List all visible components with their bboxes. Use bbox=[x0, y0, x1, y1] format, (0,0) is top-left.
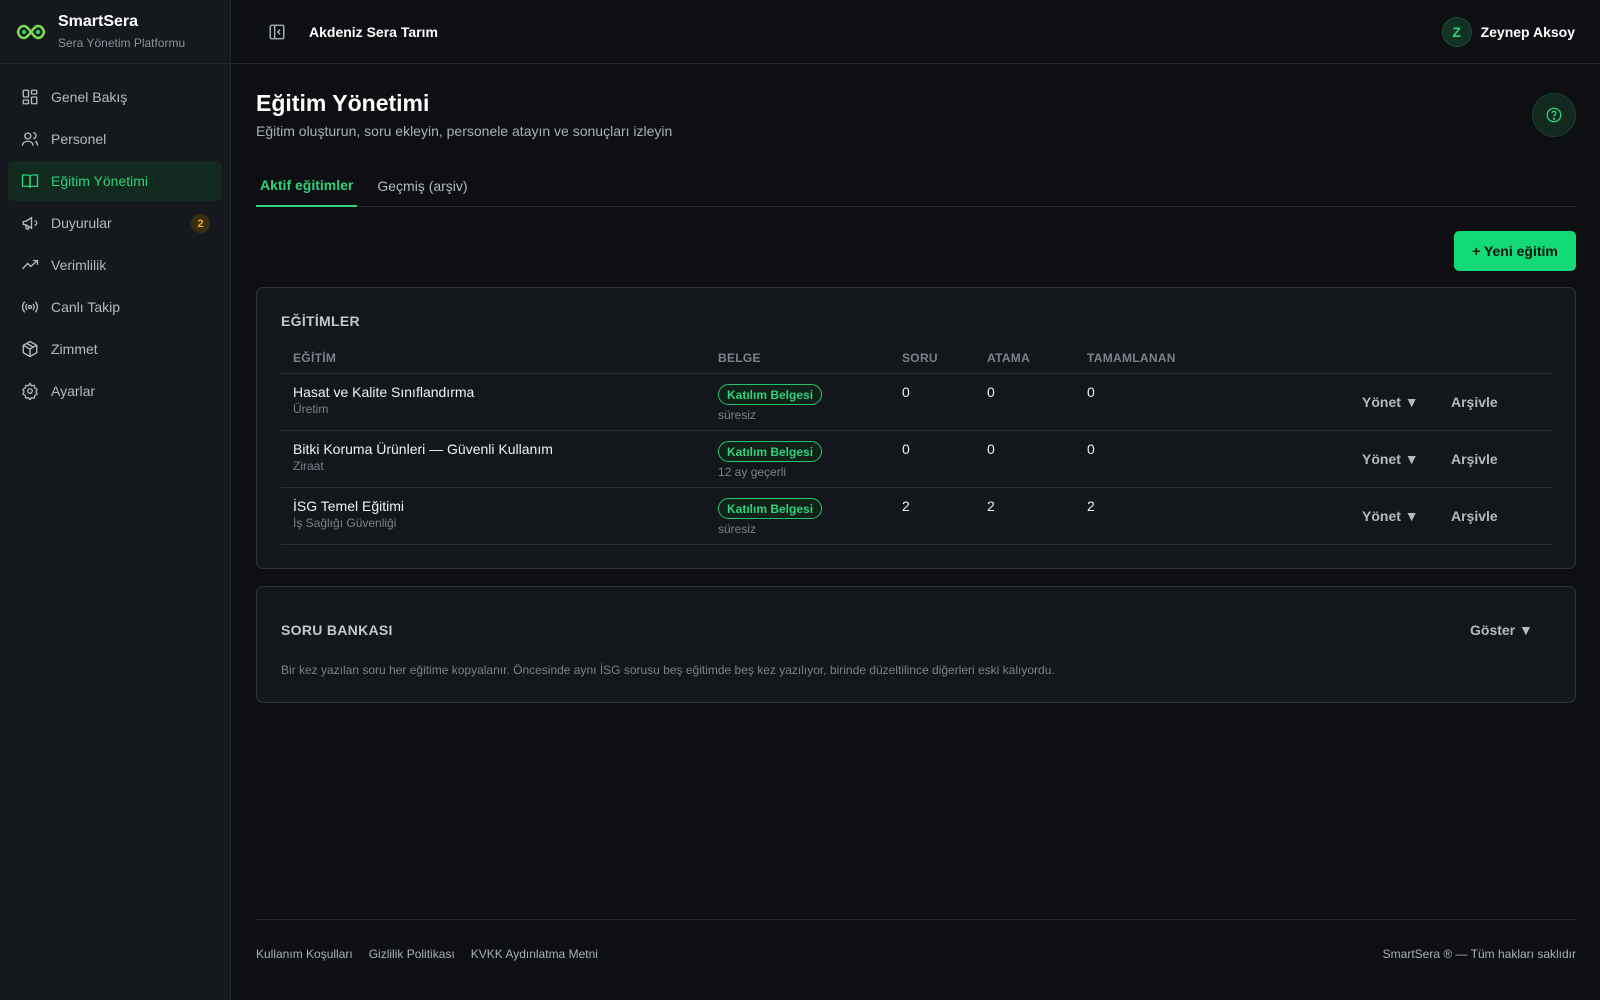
certificate-badge: Katılım Belgesi bbox=[718, 498, 823, 519]
training-category: Ziraat bbox=[293, 459, 324, 473]
help-button[interactable] bbox=[1532, 93, 1576, 137]
completed-count: 2 bbox=[1087, 498, 1095, 514]
completed-count: 0 bbox=[1087, 441, 1095, 457]
panel-collapse-icon bbox=[269, 24, 285, 39]
sidebar-item-label: Duyurular bbox=[51, 215, 112, 231]
column-header-soru: SORU bbox=[902, 351, 938, 365]
company-name: Akdeniz Sera Tarım bbox=[309, 23, 438, 40]
brand-subtitle: Sera Yönetim Platformu bbox=[58, 36, 186, 50]
topbar: Akdeniz Sera Tarım Z Zeynep Aksoy bbox=[231, 0, 1600, 64]
archive-button[interactable]: Arşivle bbox=[1451, 394, 1498, 410]
sidebar-item-label: Verimlilik bbox=[51, 257, 107, 273]
tab-gecmis-arsiv[interactable]: Geçmiş (arşiv) bbox=[373, 164, 471, 207]
table-row: Bitki Koruma Ürünleri — Güvenli Kullanım… bbox=[281, 431, 1552, 488]
avatar: Z bbox=[1441, 16, 1472, 47]
question-bank-card: SORU BANKASI Göster ▼ Bir kez yazılan so… bbox=[256, 586, 1576, 703]
training-category: İş Sağlığı Güvenliği bbox=[293, 516, 397, 530]
assignment-count: 0 bbox=[987, 441, 995, 457]
column-header-atama: ATAMA bbox=[987, 351, 1031, 365]
copyright: SmartSera ® — Tüm hakları saklıdır bbox=[1382, 947, 1576, 961]
sidebar-item-personel[interactable]: Personel bbox=[8, 119, 222, 159]
completed-count: 0 bbox=[1087, 384, 1095, 400]
megaphone-icon bbox=[22, 216, 38, 230]
notification-badge: 2 bbox=[191, 214, 210, 233]
broadcast-icon bbox=[21, 301, 39, 313]
tab-aktif-egitimler[interactable]: Aktif eğitimler bbox=[256, 164, 358, 207]
certificate-badge: Katılım Belgesi bbox=[718, 384, 823, 405]
footer-links: Kullanım Koşulları Gizlilik Politikası K… bbox=[256, 947, 614, 961]
column-header-belge: BELGE bbox=[718, 351, 761, 365]
gear-icon bbox=[22, 382, 38, 400]
certificate-validity: süresiz bbox=[718, 408, 757, 422]
sidebar-item-label: Canlı Takip bbox=[51, 299, 121, 315]
training-name[interactable]: Bitki Koruma Ürünleri — Güvenli Kullanım bbox=[293, 441, 553, 457]
table-row: Hasat ve Kalite Sınıflandırma Üretim Kat… bbox=[281, 374, 1552, 431]
sidebar-item-zimmet[interactable]: Zimmet bbox=[8, 329, 222, 369]
manage-button[interactable]: Yönet ▼ bbox=[1362, 508, 1419, 524]
tabs: Aktif eğitimler Geçmiş (arşiv) bbox=[256, 164, 1576, 207]
column-header-tamamlanan: TAMAMLANAN bbox=[1087, 351, 1176, 365]
sidebar-item-duyurular[interactable]: Duyurular 2 bbox=[8, 203, 222, 243]
user-menu[interactable]: Z Zeynep Aksoy bbox=[1441, 16, 1575, 47]
users-icon bbox=[21, 131, 39, 146]
table-row: İSG Temel Eğitimi İş Sağlığı Güvenliği K… bbox=[281, 488, 1552, 545]
help-circle-icon bbox=[1546, 107, 1562, 123]
sidebar-nav: Genel Bakış Personel Eğitim Yönetimi Duy… bbox=[0, 64, 230, 411]
sidebar-item-label: Genel Bakış bbox=[51, 89, 128, 105]
training-name[interactable]: İSG Temel Eğitimi bbox=[293, 498, 404, 514]
infinity-logo-icon bbox=[16, 24, 46, 39]
certificate-badge: Katılım Belgesi bbox=[718, 441, 823, 462]
training-name[interactable]: Hasat ve Kalite Sınıflandırma bbox=[293, 384, 474, 400]
table-header: EĞİTİM BELGE SORU ATAMA TAMAMLANAN bbox=[281, 338, 1552, 374]
page-subtitle: Eğitim oluşturun, soru ekleyin, personel… bbox=[256, 123, 673, 139]
assignment-count: 2 bbox=[987, 498, 995, 514]
show-toggle-button[interactable]: Göster ▼ bbox=[1470, 622, 1533, 638]
sidebar-toggle-button[interactable] bbox=[267, 22, 287, 42]
package-icon bbox=[22, 340, 38, 358]
question-bank-title: SORU BANKASI bbox=[281, 622, 393, 638]
sidebar-item-label: Ayarlar bbox=[51, 383, 96, 399]
user-name: Zeynep Aksoy bbox=[1480, 23, 1575, 40]
sidebar-item-canli-takip[interactable]: Canlı Takip bbox=[8, 287, 222, 327]
brand[interactable]: SmartSera Sera Yönetim Platformu bbox=[0, 0, 230, 64]
brand-name: SmartSera bbox=[58, 13, 139, 30]
trainings-card: EĞİTİMLER EĞİTİM BELGE SORU ATAMA TAMAML… bbox=[256, 287, 1576, 569]
manage-button[interactable]: Yönet ▼ bbox=[1362, 394, 1419, 410]
trainings-table: EĞİTİM BELGE SORU ATAMA TAMAMLANAN Hasat… bbox=[281, 338, 1552, 545]
sidebar-item-genel-bakis[interactable]: Genel Bakış bbox=[8, 77, 222, 117]
grid-icon bbox=[22, 89, 38, 105]
footer-link-kvkk[interactable]: KVKK Aydınlatma Metni bbox=[471, 947, 598, 961]
training-category: Üretim bbox=[293, 402, 329, 416]
page-title: Eğitim Yönetimi bbox=[256, 90, 430, 116]
sidebar-item-label: Personel bbox=[51, 131, 107, 147]
new-training-button[interactable]: + Yeni eğitim bbox=[1454, 231, 1576, 271]
footer-link-terms[interactable]: Kullanım Koşulları bbox=[256, 947, 353, 961]
certificate-validity: süresiz bbox=[718, 522, 757, 536]
sidebar-item-verimlilik[interactable]: Verimlilik bbox=[8, 245, 222, 285]
assignment-count: 0 bbox=[987, 384, 995, 400]
sidebar-item-ayarlar[interactable]: Ayarlar bbox=[8, 371, 222, 411]
column-header-egitim: EĞİTİM bbox=[293, 351, 337, 365]
sidebar: SmartSera Sera Yönetim Platformu Genel B… bbox=[0, 0, 231, 1000]
question-count: 2 bbox=[902, 498, 910, 514]
footer-divider bbox=[256, 919, 1576, 920]
trainings-title: EĞİTİMLER bbox=[281, 313, 360, 329]
book-open-icon bbox=[21, 174, 39, 188]
certificate-validity: 12 ay geçerli bbox=[718, 465, 787, 479]
footer-link-privacy[interactable]: Gizlilik Politikası bbox=[369, 947, 455, 961]
sidebar-item-egitim-yonetimi[interactable]: Eğitim Yönetimi bbox=[8, 161, 222, 201]
question-bank-description: Bir kez yazılan soru her eğitime kopyala… bbox=[281, 663, 1055, 677]
question-count: 0 bbox=[902, 441, 910, 457]
question-count: 0 bbox=[902, 384, 910, 400]
trending-up-icon bbox=[22, 259, 39, 270]
sidebar-item-label: Eğitim Yönetimi bbox=[51, 173, 149, 189]
sidebar-item-label: Zimmet bbox=[51, 341, 98, 357]
archive-button[interactable]: Arşivle bbox=[1451, 508, 1498, 524]
archive-button[interactable]: Arşivle bbox=[1451, 451, 1498, 467]
manage-button[interactable]: Yönet ▼ bbox=[1362, 451, 1419, 467]
